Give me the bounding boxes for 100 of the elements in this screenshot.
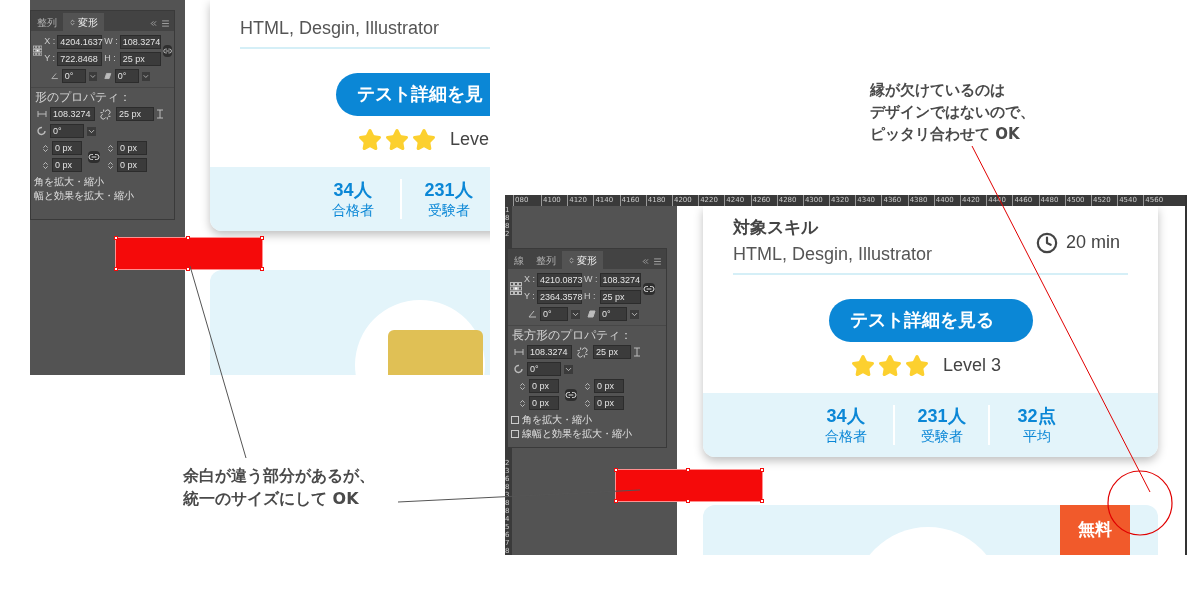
unlinked-chain-icon[interactable] xyxy=(577,346,588,358)
panel-tab[interactable]: 整列 xyxy=(31,13,63,31)
stepper-icon[interactable] xyxy=(106,160,115,170)
input-field[interactable]: 108.3274 xyxy=(119,35,161,49)
rotate-icon xyxy=(514,364,524,374)
field-label: Y : xyxy=(44,52,56,66)
input-field[interactable]: 108.3274 xyxy=(599,273,641,287)
unlinked-chain-icon[interactable] xyxy=(100,108,111,120)
input-field[interactable]: 0 px xyxy=(529,379,559,393)
dropdown-icon[interactable] xyxy=(630,309,639,319)
section-title: 対象スキル xyxy=(733,218,820,238)
input-field[interactable]: 0° xyxy=(61,69,87,83)
reference-point-icon[interactable] xyxy=(510,281,522,296)
test-details-button[interactable]: テスト詳細を見 xyxy=(336,73,490,116)
input-field[interactable]: 0 px xyxy=(594,379,624,393)
input-field[interactable]: 2364.3578 xyxy=(537,290,582,304)
stepper-icon[interactable] xyxy=(518,381,527,391)
panel-tab[interactable]: 整列 xyxy=(530,251,562,269)
stepper-icon[interactable] xyxy=(583,398,592,408)
star-icon xyxy=(358,127,382,152)
stat-value: 34人 xyxy=(333,179,372,201)
input-field[interactable]: 0 px xyxy=(52,141,82,155)
input-field[interactable]: 0° xyxy=(114,69,140,83)
stat-label: 受験者 xyxy=(920,427,963,445)
input-field[interactable]: 0° xyxy=(540,307,568,321)
chain-icon[interactable] xyxy=(162,44,172,57)
input-field[interactable]: 722.8468 xyxy=(57,52,103,66)
input-field[interactable]: 25 px xyxy=(119,52,161,66)
field-label: X : xyxy=(44,35,56,49)
stat-value: 231人 xyxy=(424,179,473,201)
checkbox-label: 幅と効果を拡大・縮小 xyxy=(34,189,134,202)
star-icon xyxy=(385,127,409,152)
stepper-icon[interactable] xyxy=(583,381,592,391)
free-badge: 無料 xyxy=(1060,505,1130,555)
input-field[interactable]: 0 px xyxy=(529,396,559,410)
input-field[interactable]: 0° xyxy=(50,124,84,138)
field-label: X : xyxy=(524,273,535,287)
stepper-icon[interactable] xyxy=(106,143,115,153)
input-field[interactable]: 108.3274 xyxy=(50,107,95,121)
field-label: W : xyxy=(104,35,118,49)
dropdown-icon[interactable] xyxy=(89,71,97,81)
stat-label: 合格者 xyxy=(824,427,867,445)
stat-value: 32点 xyxy=(1017,405,1056,427)
collapse-icon[interactable] xyxy=(149,19,158,28)
dropdown-icon[interactable] xyxy=(564,364,573,374)
field-label: W : xyxy=(584,273,598,287)
stepper-icon[interactable] xyxy=(41,160,50,170)
skills-text: HTML, Desgin, Illustrator xyxy=(240,17,440,39)
chain-icon[interactable] xyxy=(565,388,577,401)
section-title: 長方形のプロパティ： xyxy=(511,327,633,343)
reference-point-icon[interactable] xyxy=(33,43,43,58)
checkbox-label: 角を拡大・縮小 xyxy=(34,175,104,188)
width-icon xyxy=(514,349,524,355)
test-details-button[interactable]: テスト詳細を見る xyxy=(829,299,1033,342)
stat-value: 34人 xyxy=(826,405,865,427)
input-field[interactable]: 0° xyxy=(599,307,627,321)
annotation-text: 余白が違う部分があるが、 統一のサイズにして OK xyxy=(183,465,375,510)
star-icon xyxy=(905,353,929,378)
height-icon xyxy=(157,109,163,119)
section-title: 形のプロパティ： xyxy=(34,89,132,105)
input-field[interactable]: 0 px xyxy=(594,396,624,410)
panel-tab[interactable]: 変形 xyxy=(562,251,603,269)
stepper-icon[interactable] xyxy=(518,398,527,408)
input-field[interactable]: 25 px xyxy=(593,345,631,359)
skills-text: HTML, Desgin, Illustrator xyxy=(733,243,933,265)
chain-icon[interactable] xyxy=(88,150,100,163)
field-label: Y : xyxy=(524,290,535,304)
height-icon xyxy=(634,347,640,357)
panel-tab[interactable]: 線 xyxy=(508,251,530,269)
angle-icon xyxy=(51,72,59,80)
angle-icon xyxy=(528,310,537,318)
input-field[interactable]: 0 px xyxy=(117,141,147,155)
input-field[interactable]: 25 px xyxy=(599,290,641,304)
input-field[interactable]: 25 px xyxy=(116,107,154,121)
dropdown-icon[interactable] xyxy=(571,309,580,319)
input-field[interactable]: 0 px xyxy=(52,158,82,172)
input-field[interactable]: 0° xyxy=(527,362,561,376)
menu-icon[interactable] xyxy=(653,257,662,266)
panel-tab[interactable]: 変形 xyxy=(63,13,104,31)
input-field[interactable]: 4204.1637 xyxy=(57,35,103,49)
width-icon xyxy=(37,111,47,117)
checkbox-label: 角を拡大・縮小 xyxy=(522,413,592,426)
menu-icon[interactable] xyxy=(161,19,170,28)
annotation-text: 縁が欠けているのは デザインではないので、 ピッタリ合わせて OK xyxy=(870,80,1035,145)
checkbox[interactable] xyxy=(511,429,519,438)
clock-icon xyxy=(1035,231,1058,254)
input-field[interactable]: 108.3274 xyxy=(527,345,572,359)
stepper-icon[interactable] xyxy=(41,143,50,153)
star-icon xyxy=(878,353,902,378)
checkbox[interactable] xyxy=(511,415,519,424)
star-icon xyxy=(851,353,875,378)
field-label: H : xyxy=(104,52,117,66)
stat-label: 合格者 xyxy=(331,201,374,219)
collapse-icon[interactable] xyxy=(641,257,650,266)
dropdown-icon[interactable] xyxy=(142,71,151,81)
stepper-icon xyxy=(568,256,575,264)
dropdown-icon[interactable] xyxy=(87,126,96,136)
input-field[interactable]: 0 px xyxy=(117,158,147,172)
chain-icon[interactable] xyxy=(642,282,655,295)
input-field[interactable]: 4210.0873 xyxy=(537,273,582,287)
